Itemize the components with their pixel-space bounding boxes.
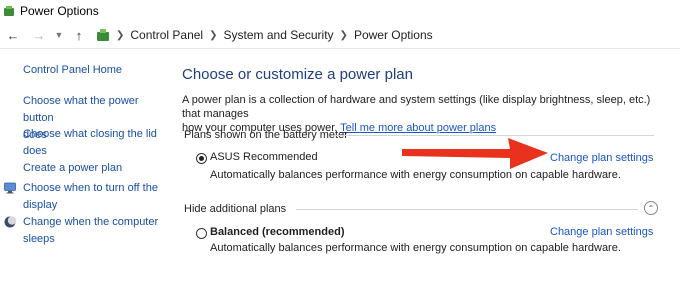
chevron-right-icon[interactable]: ❯ xyxy=(209,30,217,41)
plan-description: Automatically balances performance with … xyxy=(210,242,621,254)
annotation-arrow-icon xyxy=(402,138,548,169)
up-arrow-icon[interactable]: ↑ xyxy=(72,28,86,43)
plan-name-balanced: Balanced (recommended) xyxy=(210,226,345,238)
sidebar-link-line: Choose when to turn off the xyxy=(23,182,158,194)
sidebar-link-closing-lid[interactable]: Choose what closing the lid does xyxy=(23,126,157,160)
description-line: A power plan is a collection of hardware… xyxy=(182,94,651,120)
sidebar-link-line: Change when the computer xyxy=(23,216,159,228)
chevron-right-icon[interactable]: ❯ xyxy=(340,30,348,41)
breadcrumb-power-options[interactable]: Power Options xyxy=(354,28,433,42)
sidebar-link-line: sleeps xyxy=(23,233,55,245)
sidebar-link-line: Choose what the power button xyxy=(23,95,139,124)
breadcrumb-system-and-security[interactable]: System and Security xyxy=(224,28,334,42)
sidebar-link-create-power-plan[interactable]: Create a power plan xyxy=(23,160,122,177)
recent-locations-chevron-icon[interactable]: ▼ xyxy=(52,28,66,42)
monitor-icon xyxy=(4,182,16,194)
control-panel-icon xyxy=(96,28,110,42)
sidebar-link-line: display xyxy=(23,199,58,211)
plan-radio-balanced[interactable] xyxy=(196,228,207,239)
sidebar-link-line: does xyxy=(23,145,47,157)
battery-meter-section-label: Plans shown on the battery meter xyxy=(184,129,348,141)
back-arrow-icon[interactable]: ← xyxy=(6,28,20,43)
tell-me-more-link[interactable]: Tell me more about power plans xyxy=(340,122,496,134)
hide-additional-plans-label[interactable]: Hide additional plans xyxy=(184,203,286,215)
moon-icon xyxy=(4,216,17,228)
sidebar-link-computer-sleeps[interactable]: Change when the computer sleeps xyxy=(23,214,158,248)
title-bar: Power Options xyxy=(0,0,680,22)
window-title: Power Options xyxy=(20,4,99,18)
address-bar: ← → ▼ ↑ ❯ Control Panel ❯ System and Sec… xyxy=(0,22,680,49)
sidebar-link-line: Choose what closing the lid xyxy=(23,128,157,140)
page-title: Choose or customize a power plan xyxy=(182,66,413,83)
sidebar-link-control-panel-home[interactable]: Control Panel Home xyxy=(23,62,122,79)
breadcrumb-control-panel[interactable]: Control Panel xyxy=(130,28,203,42)
change-plan-settings-link[interactable]: Change plan settings xyxy=(550,152,653,164)
change-plan-settings-link[interactable]: Change plan settings xyxy=(550,226,653,238)
forward-arrow-icon[interactable]: → xyxy=(32,28,46,43)
power-options-app-icon xyxy=(3,5,15,17)
plan-radio-asus-recommended[interactable] xyxy=(196,153,207,164)
chevron-right-icon: ❯ xyxy=(116,29,125,41)
collapse-chevron-up-icon[interactable]: ⌃ xyxy=(644,201,658,215)
sidebar-link-turn-off-display[interactable]: Choose when to turn off the display xyxy=(23,180,158,214)
plan-name-asus-recommended: ASUS Recommended xyxy=(210,151,318,163)
sidebar-link-line: Create a power plan xyxy=(23,162,123,174)
section-divider xyxy=(296,209,638,210)
